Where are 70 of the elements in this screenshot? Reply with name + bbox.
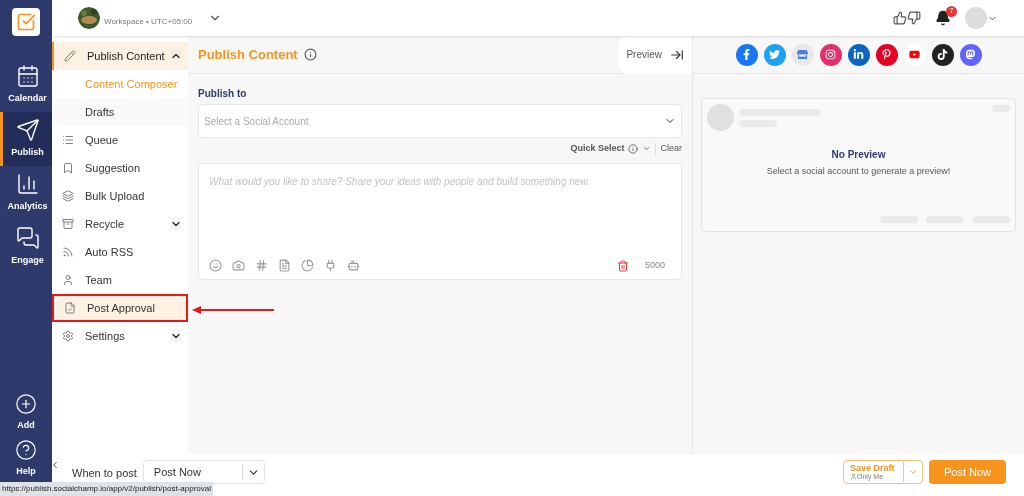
pinterest-icon[interactable]	[875, 43, 898, 66]
plug-icon[interactable]	[324, 259, 337, 273]
archive-icon	[62, 218, 74, 230]
caret-icon	[908, 467, 918, 477]
field-label: Publish to	[198, 87, 248, 101]
calendar-icon	[15, 64, 40, 89]
clear-link[interactable]: Clear	[660, 142, 682, 156]
menu-item[interactable]: Auto RSS	[52, 238, 188, 266]
rail-item[interactable]: Add	[0, 390, 52, 436]
mastodon-icon[interactable]	[959, 43, 982, 66]
preview-title: No Preview	[830, 148, 887, 162]
menu-item[interactable]: Queue	[52, 126, 188, 154]
hashtag-icon[interactable]	[255, 259, 268, 273]
file-icon	[64, 302, 76, 314]
rail-item[interactable]: Calendar	[0, 58, 52, 112]
menu-item[interactable]: Post Approval	[52, 294, 188, 322]
user-icon	[850, 473, 857, 480]
menu-item[interactable]: Recycle	[52, 210, 188, 238]
rail-item[interactable]: Analytics	[0, 166, 52, 220]
thumbs-up-icon[interactable]	[893, 11, 907, 25]
menu-item[interactable]: Team	[52, 266, 188, 294]
avatar-placeholder	[707, 104, 734, 131]
analytics-icon	[15, 172, 40, 197]
preview-message: Select a social account to generate a preview!	[765, 165, 952, 178]
quick-select-button[interactable]: Quick Select	[570, 142, 652, 156]
user-icon	[62, 274, 74, 286]
menu-item[interactable]: Suggestion	[52, 154, 188, 182]
facebook-icon[interactable]	[735, 43, 758, 66]
menu-item[interactable]: Bulk Upload	[52, 182, 188, 210]
collapse-arrow-icon	[670, 47, 684, 62]
tiktok-icon[interactable]	[931, 43, 954, 66]
logo-icon[interactable]	[12, 8, 40, 36]
layers-icon	[62, 190, 74, 202]
gear-icon	[62, 330, 74, 342]
linkedin-icon[interactable]	[847, 43, 870, 66]
twitter-icon[interactable]	[763, 43, 786, 66]
menu-item[interactable]: Publish Content	[52, 42, 188, 70]
workspace-label: Workspace • UTC+05:00	[104, 16, 193, 28]
collapse-icon[interactable]	[50, 460, 60, 470]
info-icon	[628, 143, 639, 154]
info-icon[interactable]	[303, 48, 317, 61]
rail-item[interactable]: Publish	[0, 112, 52, 166]
bell-icon[interactable]	[935, 10, 951, 26]
help-icon	[15, 439, 37, 462]
rail-item[interactable]: Help	[0, 436, 52, 482]
character-count: 5000	[644, 259, 665, 272]
document-icon[interactable]	[278, 259, 291, 273]
status-url: https://publish.socialchamp.io/app/v2/publish/post-approval	[0, 482, 213, 496]
submenu-item[interactable]: Drafts	[52, 98, 188, 126]
emoji-icon[interactable]	[209, 259, 222, 273]
camera-icon[interactable]	[232, 259, 245, 273]
add-icon	[15, 393, 37, 416]
thumbs-down-icon[interactable]	[907, 11, 921, 25]
publish-icon	[15, 118, 40, 143]
list-icon	[62, 134, 74, 146]
rss-icon	[62, 246, 74, 258]
page-title: Publish Content	[198, 45, 298, 64]
pen-icon	[64, 50, 76, 62]
when-to-post-label: When to post	[72, 466, 137, 481]
robot-icon[interactable]	[347, 259, 360, 273]
engage-icon	[15, 226, 40, 251]
rail-item[interactable]: Engage	[0, 220, 52, 274]
menu-item[interactable]: Settings	[52, 322, 188, 350]
youtube-icon[interactable]	[903, 43, 926, 66]
bookmark-icon	[62, 162, 74, 174]
post-editor[interactable]: What would you like to share? Share your ideas with people and build something new. 5000	[198, 162, 682, 280]
instagram-icon[interactable]	[819, 43, 842, 66]
preview-button[interactable]: Preview	[618, 35, 692, 74]
pie-chart-icon[interactable]	[301, 259, 314, 273]
trash-icon[interactable]	[616, 259, 629, 272]
